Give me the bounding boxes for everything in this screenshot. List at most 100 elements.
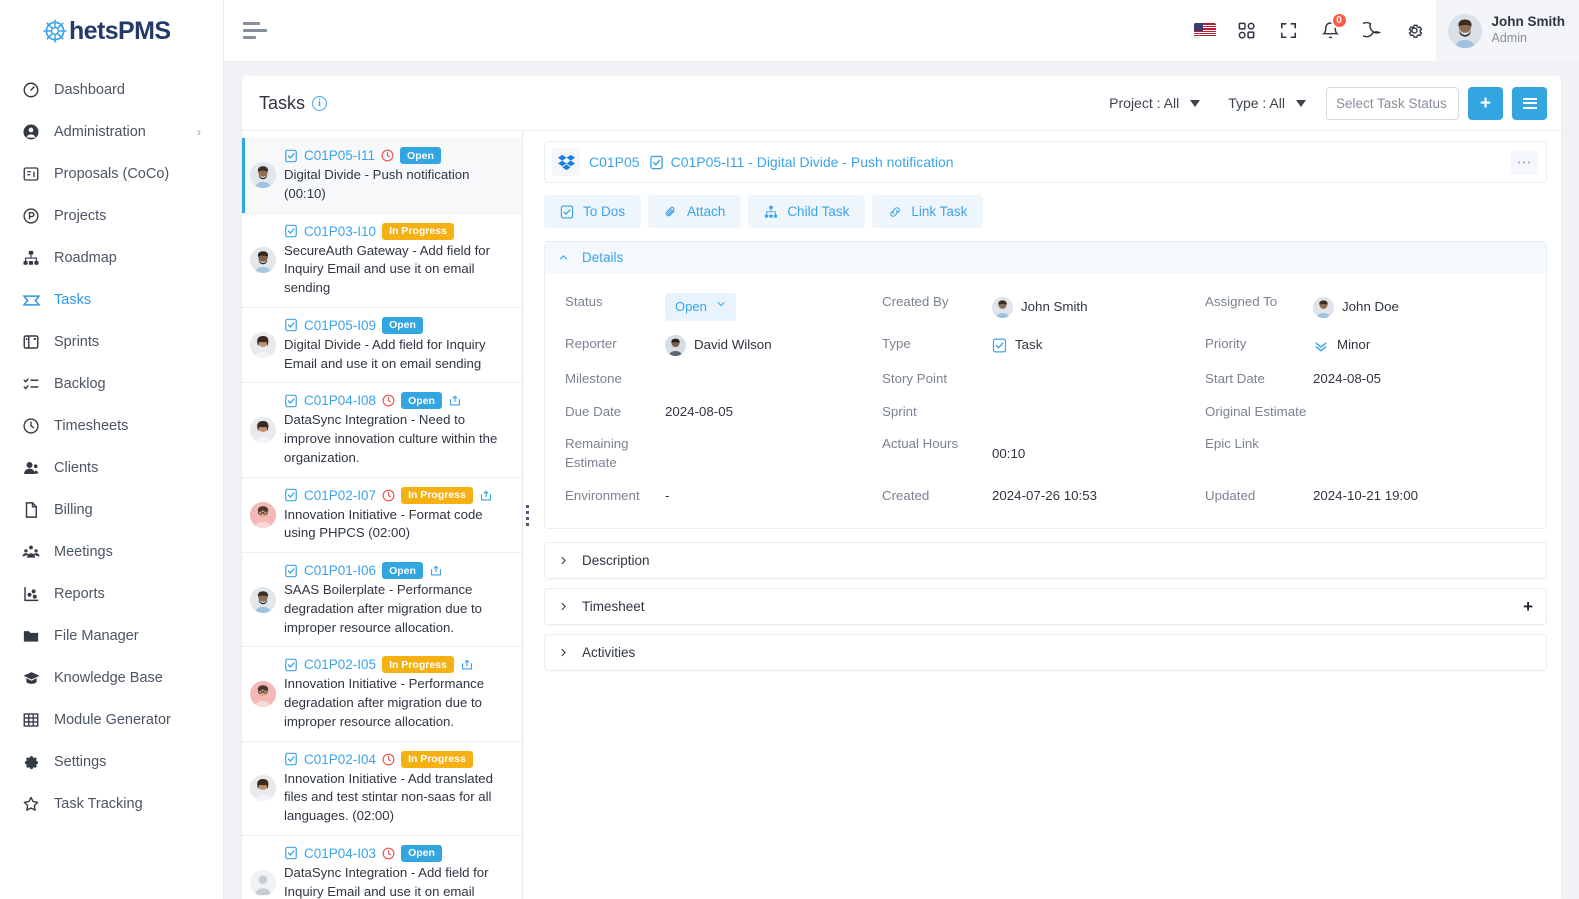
- reporter-name: David Wilson: [694, 337, 772, 353]
- project-logo-icon: [552, 148, 580, 176]
- sidebar-item-label: Knowledge Base: [54, 670, 163, 686]
- logo-mark-icon: [43, 19, 67, 43]
- task-status-select-input[interactable]: [1326, 86, 1459, 120]
- task-key[interactable]: C01P05-I11: [304, 148, 375, 163]
- field-value-actual-hours: 00:10: [992, 445, 1026, 461]
- sidebar-item-projects[interactable]: Projects: [0, 195, 223, 237]
- graduation-cap-icon: [20, 667, 42, 689]
- chevron-right-icon: [558, 601, 570, 612]
- sidebar-item-sprints[interactable]: Sprints: [0, 321, 223, 363]
- task-list-item[interactable]: C01P02-I04 In Progress Innovation Initia…: [242, 742, 522, 836]
- tab-child-task[interactable]: Child Task: [748, 195, 866, 228]
- status-badge: In Progress: [382, 222, 454, 240]
- task-key[interactable]: C01P02-I07: [304, 488, 376, 503]
- clock-icon: [382, 753, 395, 766]
- field-value-due-date: 2024-08-05: [665, 403, 734, 419]
- sidebar-item-dashboard[interactable]: Dashboard: [0, 69, 223, 111]
- sidebar-item-label: Billing: [54, 502, 93, 518]
- sidebar-item-timesheets[interactable]: Timesheets: [0, 405, 223, 447]
- brand-logo[interactable]: hetsPMS: [0, 0, 223, 62]
- gear-icon[interactable]: [1394, 0, 1436, 62]
- section-timesheet[interactable]: Timesheet +: [544, 588, 1547, 626]
- tab-todos[interactable]: To Dos: [544, 195, 642, 228]
- section-description[interactable]: Description: [544, 542, 1547, 580]
- project-filter[interactable]: Project : All: [1095, 95, 1214, 111]
- field-label-sprint: Sprint: [882, 403, 917, 419]
- sidebar-item-label: File Manager: [54, 628, 139, 644]
- sidebar-item-label: Projects: [54, 208, 107, 224]
- tab-label: Child Task: [787, 204, 850, 219]
- user-profile-menu[interactable]: John Smith Admin: [1435, 0, 1579, 62]
- sidebar-item-reports[interactable]: Reports: [0, 573, 223, 615]
- sidebar-item-administration[interactable]: Administration ›: [0, 111, 223, 153]
- panel-resize-handle[interactable]: [523, 131, 532, 899]
- status-dropdown[interactable]: Open: [665, 293, 736, 322]
- clock-icon: [20, 415, 42, 437]
- task-key[interactable]: C01P03-I10: [304, 224, 376, 239]
- task-key[interactable]: C01P01-I06: [304, 563, 376, 578]
- sidebar-item-proposals[interactable]: Proposals (CoCo): [0, 153, 223, 195]
- clock-icon: [382, 489, 395, 502]
- task-key[interactable]: C01P02-I04: [304, 752, 376, 767]
- tab-attach[interactable]: Attach: [648, 195, 742, 228]
- task-description: SAAS Boilerplate - Performance degradati…: [284, 582, 482, 635]
- project-code-link[interactable]: C01P05: [589, 154, 640, 170]
- tasks-page-card: Tasks i Project : All Type : All +: [242, 76, 1561, 899]
- task-key[interactable]: C01P04-I03: [304, 846, 376, 861]
- task-list-item[interactable]: C01P01-I06 Open SAAS Boilerplate - Perfo…: [242, 553, 522, 648]
- status-badge: Open: [382, 562, 423, 580]
- sidebar-item-meetings[interactable]: Meetings: [0, 531, 223, 573]
- details-panel: Details Status Open Created By John Smit…: [544, 241, 1547, 530]
- list-view-button[interactable]: [1512, 86, 1547, 120]
- info-icon[interactable]: i: [312, 95, 328, 111]
- status-badge: In Progress: [401, 486, 473, 504]
- task-list-item[interactable]: C01P03-I10 In Progress SecureAuth Gatewa…: [242, 214, 522, 308]
- details-field-grid: Status Open Created By John Smith Assign…: [545, 273, 1546, 528]
- task-key[interactable]: C01P02-I05: [304, 657, 376, 672]
- task-key[interactable]: C01P04-I08: [304, 393, 376, 408]
- sidebar-item-label: Clients: [54, 460, 99, 476]
- language-flag-icon[interactable]: [1184, 0, 1226, 62]
- task-list-item[interactable]: C01P05-I09 Open Digital Divide - Add fie…: [242, 308, 522, 384]
- task-list-item[interactable]: C01P05-I11 Open Digital Divide - Push no…: [242, 138, 522, 214]
- sidebar-item-task-tracking[interactable]: Task Tracking: [0, 783, 223, 825]
- task-key[interactable]: C01P05-I09: [304, 318, 376, 333]
- avatar: [250, 869, 276, 896]
- sidebar-item-clients[interactable]: Clients: [0, 447, 223, 489]
- add-timesheet-icon[interactable]: +: [1523, 597, 1533, 617]
- list-icon: [1522, 97, 1537, 109]
- type-filter[interactable]: Type : All: [1214, 95, 1320, 111]
- sidebar-item-module-generator[interactable]: Module Generator: [0, 699, 223, 741]
- sidebar-item-settings[interactable]: Settings: [0, 741, 223, 783]
- details-panel-header[interactable]: Details: [545, 242, 1546, 273]
- more-options-icon[interactable]: ⋯: [1511, 149, 1538, 175]
- sidebar-item-tasks[interactable]: Tasks: [0, 279, 223, 321]
- sidebar-collapse-icon[interactable]: [243, 16, 273, 46]
- add-task-button[interactable]: +: [1468, 86, 1503, 120]
- task-list-item[interactable]: C01P04-I08 Open DataSync Integration - N…: [242, 383, 522, 478]
- meetings-icon: [20, 541, 42, 563]
- tab-link-task[interactable]: Link Task: [872, 195, 984, 228]
- type-filter-label: Type : All: [1228, 95, 1285, 111]
- task-list[interactable]: C01P05-I11 Open Digital Divide - Push no…: [242, 131, 523, 899]
- sidebar-item-roadmap[interactable]: Roadmap: [0, 237, 223, 279]
- apps-grid-icon[interactable]: [1226, 0, 1268, 62]
- avatar: [1313, 296, 1334, 318]
- bell-icon[interactable]: 0: [1310, 0, 1352, 62]
- task-list-item[interactable]: C01P04-I03 Open DataSync Integration - A…: [242, 836, 522, 899]
- moon-icon[interactable]: [1352, 0, 1394, 62]
- task-list-item[interactable]: C01P02-I05 In Progress Innovation Initia…: [242, 647, 522, 742]
- task-list-item[interactable]: C01P02-I07 In Progress Innovation Initia…: [242, 478, 522, 554]
- task-type-icon: [285, 394, 297, 408]
- section-activities[interactable]: Activities: [544, 634, 1547, 672]
- field-label-milestone: Milestone: [565, 371, 622, 387]
- tasks-icon: [20, 289, 42, 311]
- avatar: [250, 247, 276, 274]
- task-title-link[interactable]: C01P05-I11 - Digital Divide - Push notif…: [671, 154, 954, 170]
- sidebar-item-file-manager[interactable]: File Manager: [0, 615, 223, 657]
- sidebar-item-billing[interactable]: Billing: [0, 489, 223, 531]
- sidebar-item-backlog[interactable]: Backlog: [0, 363, 223, 405]
- fullscreen-icon[interactable]: [1268, 0, 1310, 62]
- field-label-updated: Updated: [1205, 487, 1256, 503]
- sidebar-item-knowledge-base[interactable]: Knowledge Base: [0, 657, 223, 699]
